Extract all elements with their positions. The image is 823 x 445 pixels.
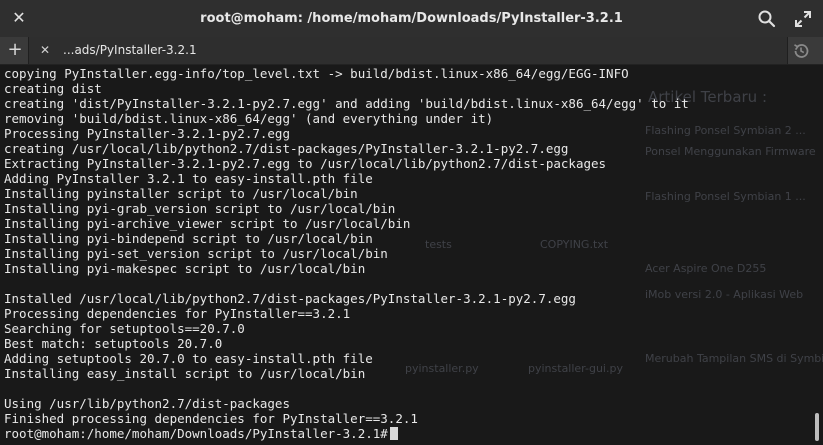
terminal-line: creating /usr/local/lib/python2.7/dist-p… — [4, 141, 569, 156]
terminal-line: creating 'dist/PyInstaller-3.2.1-py2.7.e… — [4, 96, 689, 111]
terminal-prompt: root@moham:/home/moham/Downloads/PyInsta… — [4, 426, 388, 441]
text-cursor — [389, 427, 398, 440]
maximize-icon — [795, 11, 811, 27]
terminal-line: Best match: setuptools 20.7.0 — [4, 336, 223, 351]
plus-icon[interactable]: + — [4, 39, 26, 61]
terminal-output[interactable]: copying PyInstaller.egg-info/top_level.t… — [0, 65, 812, 445]
terminal-line: Installing pyi-bindepend script to /usr/… — [4, 231, 373, 246]
history-icon — [794, 44, 809, 58]
terminal-line: Adding PyInstaller 3.2.1 to easy-install… — [4, 171, 373, 186]
terminal-prompt-line: root@moham:/home/moham/Downloads/PyInsta… — [4, 426, 398, 441]
maximize-icon[interactable] — [792, 8, 814, 30]
terminal-line: removing 'build/bdist.linux-x86_64/egg' … — [4, 111, 494, 126]
terminal-line: Searching for setuptools==20.7.0 — [4, 321, 245, 336]
terminal-line: Processing PyInstaller-3.2.1-py2.7.egg — [4, 126, 290, 141]
terminal-line: Installing easy_install script to /usr/l… — [4, 366, 366, 381]
window-title: root@moham: /home/moham/Downloads/PyInst… — [200, 11, 623, 26]
terminal-line: creating dist — [4, 81, 102, 96]
terminal-line: copying PyInstaller.egg-info/top_level.t… — [4, 66, 629, 81]
terminal-line: Using /usr/lib/python2.7/dist-packages — [4, 396, 290, 411]
history-icon[interactable] — [790, 40, 812, 62]
tab-pyinstaller[interactable]: ✕ ...ads/PyInstaller-3.2.1 — [28, 37, 788, 64]
terminal-line: Installing pyinstaller script to /usr/lo… — [4, 186, 358, 201]
terminal-line: Installing pyi-set_version script to /us… — [4, 246, 388, 261]
tab-close-icon[interactable]: ✕ — [37, 41, 53, 59]
terminal-scrollbar[interactable] — [815, 413, 819, 441]
terminal-line: Extracting PyInstaller-3.2.1-py2.7.egg t… — [4, 156, 607, 171]
terminal-line: Installed /usr/local/lib/python2.7/dist-… — [4, 291, 576, 306]
tab-bar: + ✕ ...ads/PyInstaller-3.2.1 — [0, 37, 823, 65]
terminal-line: Processing dependencies for PyInstaller=… — [4, 306, 351, 321]
terminal-line: Installing pyi-archive_viewer script to … — [4, 216, 411, 231]
terminal-line: Adding setuptools 20.7.0 to easy-install… — [4, 351, 373, 366]
tab-label: ...ads/PyInstaller-3.2.1 — [63, 43, 197, 57]
terminal-line: Finished processing dependencies for PyI… — [4, 411, 418, 426]
terminal-line: Installing pyi-grab_version script to /u… — [4, 201, 396, 216]
terminal-line: Installing pyi-makespec script to /usr/l… — [4, 261, 366, 276]
search-icon[interactable] — [756, 8, 778, 30]
title-bar: ✕ root@moham: /home/moham/Downloads/PyIn… — [0, 0, 823, 37]
terminal-window: Artikel Terbaru : Flashing Ponsel Symbia… — [0, 0, 823, 445]
search-icon — [758, 10, 776, 28]
